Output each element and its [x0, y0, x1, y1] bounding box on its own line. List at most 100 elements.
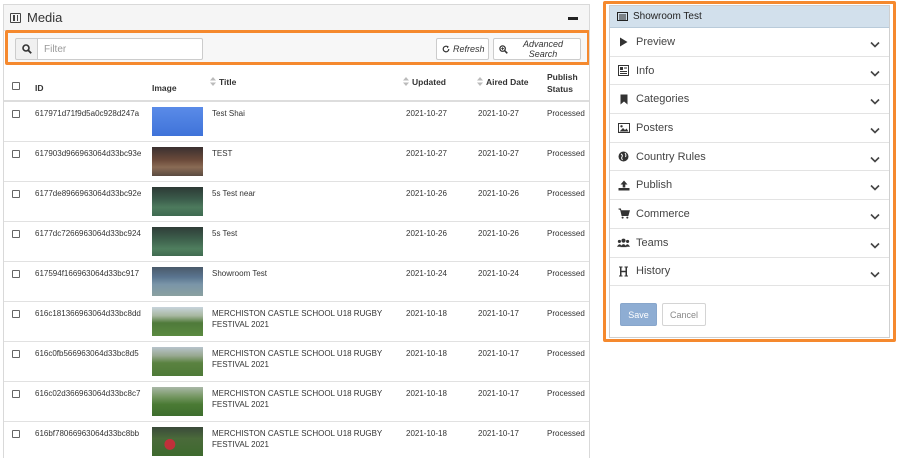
table-row[interactable]: 6177dc7266963064d33bc924 5s Test 2021-10… — [4, 222, 589, 262]
accordion-history[interactable]: History — [610, 258, 889, 287]
row-checkbox[interactable] — [12, 230, 20, 238]
play-icon — [617, 36, 630, 48]
media-title[interactable]: 5s Test near — [212, 189, 255, 198]
media-table-header: ID Image Title Updated Aired Date Publis… — [4, 68, 589, 102]
media-id: 616c181366963064d33bc8dd — [35, 309, 141, 318]
column-header-publish-status-line1[interactable]: Publish — [547, 72, 578, 82]
media-thumbnail[interactable] — [152, 227, 203, 256]
media-updated-date: 2021-10-27 — [406, 149, 447, 158]
media-title[interactable]: Test Shai — [212, 109, 245, 118]
media-panel-header: Media — [4, 5, 589, 31]
media-title-line1[interactable]: MERCHISTON CASTLE SCHOOL U18 RUGBY — [212, 429, 382, 438]
media-thumbnail[interactable] — [152, 307, 203, 336]
media-publish-status: Processed — [547, 349, 585, 358]
media-thumbnail[interactable] — [152, 347, 203, 376]
media-panel-title: Media — [27, 10, 63, 25]
chevron-down-icon[interactable] — [870, 180, 880, 194]
media-publish-status: Processed — [547, 269, 585, 278]
media-updated-date: 2021-10-24 — [406, 269, 447, 278]
column-header-updated[interactable]: Updated — [403, 77, 446, 88]
row-checkbox[interactable] — [12, 150, 20, 158]
cancel-button[interactable]: Cancel — [662, 303, 706, 326]
table-row[interactable]: 6177de8966963064d33bc92e 5s Test near 20… — [4, 182, 589, 222]
media-publish-status: Processed — [547, 229, 585, 238]
chevron-down-icon[interactable] — [870, 123, 880, 137]
media-thumbnail[interactable] — [152, 107, 203, 136]
accordion-publish[interactable]: Publish — [610, 171, 889, 201]
collapse-minus-icon[interactable] — [567, 9, 581, 25]
media-title[interactable]: 5s Test — [212, 229, 237, 238]
media-thumbnail[interactable] — [152, 147, 203, 176]
row-checkbox[interactable] — [12, 350, 20, 358]
media-title-line2[interactable]: FESTIVAL 2021 — [212, 320, 269, 329]
accordion-commerce[interactable]: Commerce — [610, 200, 889, 229]
column-header-publish-status-line2[interactable]: Status — [547, 84, 573, 94]
filter-input[interactable] — [37, 38, 203, 60]
media-panel: Media Refresh Advanced Search ID Image T… — [3, 4, 590, 458]
column-header-aired-date[interactable]: Aired Date — [477, 77, 529, 88]
media-title-line1[interactable]: MERCHISTON CASTLE SCHOOL U18 RUGBY — [212, 389, 382, 398]
media-thumbnail[interactable] — [152, 387, 203, 416]
media-updated-date: 2021-10-18 — [406, 429, 447, 438]
media-title[interactable]: Showroom Test — [212, 269, 267, 278]
chevron-down-icon[interactable] — [870, 267, 880, 281]
media-aired-date: 2021-10-26 — [478, 189, 519, 198]
bookmark-icon — [617, 93, 630, 105]
table-row[interactable]: 616c181366963064d33bc8dd MERCHISTON CAST… — [4, 302, 589, 342]
accordion-label: History — [636, 265, 671, 278]
table-row[interactable]: 617594f166963064d33bc917 Showroom Test 2… — [4, 262, 589, 302]
media-updated-date: 2021-10-26 — [406, 229, 447, 238]
media-title-line2[interactable]: FESTIVAL 2021 — [212, 360, 269, 369]
column-header-id[interactable]: ID — [35, 83, 44, 93]
history-icon — [617, 265, 630, 277]
select-all-checkbox[interactable] — [12, 82, 20, 90]
media-publish-status: Processed — [547, 149, 585, 158]
refresh-icon — [442, 45, 450, 53]
accordion-info[interactable]: Info — [610, 57, 889, 86]
chevron-down-icon[interactable] — [870, 152, 880, 166]
row-checkbox[interactable] — [12, 430, 20, 438]
refresh-button[interactable]: Refresh — [436, 38, 489, 60]
chevron-down-icon[interactable] — [870, 37, 880, 51]
accordion-label: Commerce — [636, 207, 690, 220]
advanced-search-button[interactable]: Advanced Search — [493, 38, 581, 60]
media-thumbnail[interactable] — [152, 187, 203, 216]
media-updated-date: 2021-10-18 — [406, 309, 447, 318]
info-icon — [617, 65, 630, 77]
save-button[interactable]: Save — [620, 303, 657, 326]
accordion-teams[interactable]: Teams — [610, 229, 889, 258]
chevron-down-icon[interactable] — [870, 94, 880, 108]
media-title-line1[interactable]: MERCHISTON CASTLE SCHOOL U18 RUGBY — [212, 309, 382, 318]
media-title[interactable]: TEST — [212, 149, 232, 158]
row-checkbox[interactable] — [12, 190, 20, 198]
media-thumbnail[interactable] — [152, 267, 203, 296]
search-icon[interactable] — [15, 38, 38, 60]
film-icon — [10, 12, 21, 23]
table-row[interactable]: 616c0fb566963064d33bc8d5 MERCHISTON CAST… — [4, 342, 589, 382]
refresh-label: Refresh — [453, 44, 485, 54]
media-id: 6177dc7266963064d33bc924 — [35, 229, 141, 238]
row-checkbox[interactable] — [12, 110, 20, 118]
table-row[interactable]: 616c02d366963064d33bc8c7 MERCHISTON CAST… — [4, 382, 589, 422]
media-aired-date: 2021-10-17 — [478, 309, 519, 318]
chevron-down-icon[interactable] — [870, 66, 880, 80]
accordion-preview[interactable]: Preview — [610, 28, 889, 57]
chevron-down-icon[interactable] — [870, 238, 880, 252]
accordion-categories[interactable]: Categories — [610, 85, 889, 115]
media-title-line1[interactable]: MERCHISTON CASTLE SCHOOL U18 RUGBY — [212, 349, 382, 358]
row-checkbox[interactable] — [12, 390, 20, 398]
chevron-down-icon[interactable] — [870, 209, 880, 223]
users-icon — [617, 237, 630, 249]
accordion-posters[interactable]: Posters — [610, 114, 889, 143]
row-checkbox[interactable] — [12, 270, 20, 278]
column-header-title[interactable]: Title — [210, 77, 236, 88]
media-title-line2[interactable]: FESTIVAL 2021 — [212, 400, 269, 409]
table-row[interactable]: 617971d71f9d5a0c928d247a Test Shai 2021-… — [4, 102, 589, 142]
accordion-country-rules[interactable]: Country Rules — [610, 143, 889, 172]
media-title-line2[interactable]: FESTIVAL 2021 — [212, 440, 269, 449]
media-thumbnail[interactable] — [152, 427, 203, 456]
media-id: 616c02d366963064d33bc8c7 — [35, 389, 141, 398]
table-row[interactable]: 617903d966963064d33bc93e TEST 2021-10-27… — [4, 142, 589, 182]
row-checkbox[interactable] — [12, 310, 20, 318]
table-row[interactable]: 616bf78066963064d33bc8bb MERCHISTON CAST… — [4, 422, 589, 458]
